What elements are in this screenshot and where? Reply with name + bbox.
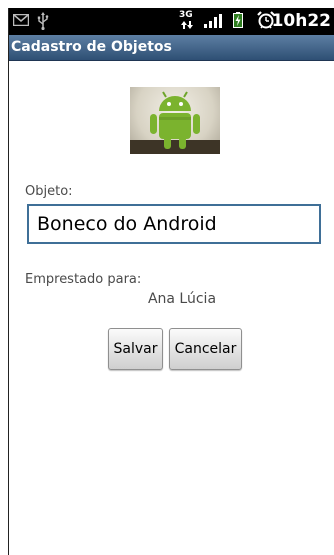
object-photo[interactable] [130,87,220,154]
status-bar: 3G 10h22 [9,8,334,35]
cancel-button[interactable]: Cancelar [169,328,242,370]
network-type-label: 3G [179,10,193,20]
app-screen: 3G 10h22 Cadastro de Objetos Objeto: Bon… [8,8,334,555]
battery-icon [233,12,243,28]
title-bar: Cadastro de Objetos [9,35,334,61]
save-button[interactable]: Salvar [108,328,163,370]
object-input[interactable] [27,204,321,244]
usb-icon [37,12,49,30]
lent-to-label: Emprestado para: [25,272,142,287]
page-title: Cadastro de Objetos [11,39,172,55]
signal-icon [204,14,222,28]
network-3g-icon: 3G [179,11,195,29]
status-time: 10h22 [271,11,331,31]
lent-to-contact[interactable]: Ana Lúcia [9,290,334,308]
mail-icon [13,14,29,26]
android-figure-icon [150,91,200,149]
object-label: Objeto: [25,184,73,199]
